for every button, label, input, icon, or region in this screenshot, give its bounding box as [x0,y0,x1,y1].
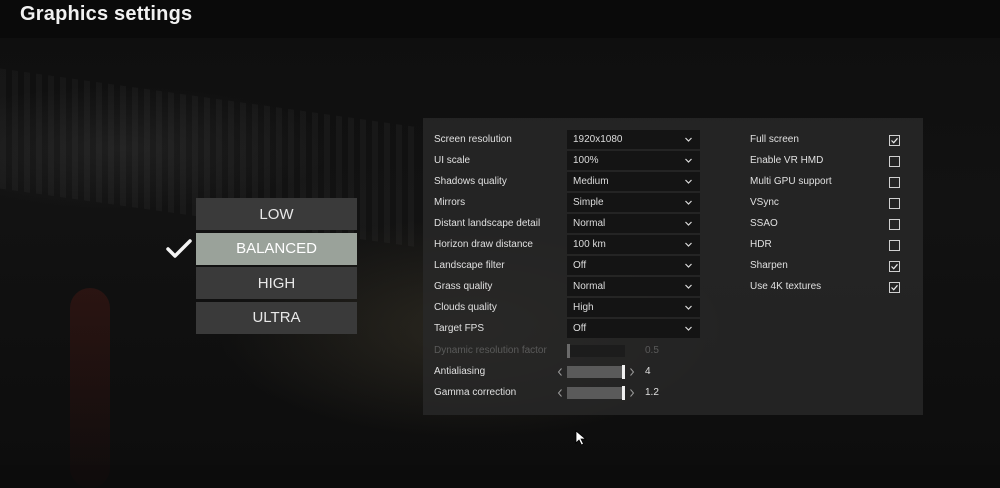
chevron-down-icon [685,326,692,331]
full-screen-checkbox[interactable] [889,135,900,146]
slider-handle[interactable] [622,386,625,400]
setting-row-gamma-correction: Gamma correction 1.2 [423,383,923,403]
mouse-cursor-icon [575,430,587,446]
slider-value: 1.2 [645,387,659,398]
ssao-checkbox[interactable] [889,219,900,230]
select-value: High [573,302,594,313]
toggle-row-vsync: VSync [423,193,923,213]
multi-gpu-support-checkbox[interactable] [889,177,900,188]
antialiasing-slider[interactable] [567,365,625,379]
toggle-label: Use 4K textures [750,281,822,292]
chevron-left-icon[interactable] [557,389,563,397]
chevron-right-icon[interactable] [629,368,635,376]
settings-panel: Screen resolution 1920x1080 UI scale 100… [423,118,923,415]
preset-list: LOW BALANCED HIGH ULTRA [196,198,357,336]
check-icon [891,263,898,270]
toggle-row-multi-gpu-support: Multi GPU support [423,172,923,192]
slider-fill [567,366,623,378]
toggle-row-enable-vr-hmd: Enable VR HMD [423,151,923,171]
preset-label: BALANCED [236,240,317,257]
use-4k-textures-checkbox[interactable] [889,282,900,293]
setting-row-antialiasing: Antialiasing 4 [423,362,923,382]
toggle-row-ssao: SSAO [423,214,923,234]
check-icon [891,137,898,144]
check-icon [891,284,898,291]
toggle-row-sharpen: Sharpen [423,256,923,276]
toggle-row-use-4k-textures: Use 4K textures [423,277,923,297]
target-fps-select[interactable]: Off [567,319,700,338]
checkmark-icon [166,239,192,258]
slider-handle [567,344,570,358]
gamma-correction-slider[interactable] [567,386,625,400]
select-value: Off [573,323,587,334]
preset-label: LOW [259,205,294,223]
background-decor [70,288,110,488]
toggle-label: Multi GPU support [750,176,832,187]
toggle-label: VSync [750,197,779,208]
setting-row-clouds-quality: Clouds quality High [423,298,923,318]
toggle-label: Enable VR HMD [750,155,824,166]
setting-label: Clouds quality [434,302,497,313]
hdr-checkbox[interactable] [889,240,900,251]
toggle-label: SSAO [750,218,778,229]
toggle-row-hdr: HDR [423,235,923,255]
slider-value: 0.5 [645,345,659,356]
chevron-right-icon[interactable] [629,389,635,397]
chevron-left-icon[interactable] [557,368,563,376]
chevron-down-icon [685,305,692,310]
enable-vr-hmd-checkbox[interactable] [889,156,900,167]
dynamic-resolution-slider [567,344,625,358]
preset-ultra-button[interactable]: ULTRA [196,301,357,334]
page-title: Graphics settings [20,3,193,25]
preset-low-button[interactable]: LOW [196,198,357,230]
slider-handle[interactable] [622,365,625,379]
setting-label: Target FPS [434,323,485,334]
toggle-label: Sharpen [750,260,788,271]
sharpen-checkbox[interactable] [889,261,900,272]
slider-value: 4 [645,366,651,377]
preset-high-button[interactable]: HIGH [196,267,357,299]
header-bar: Graphics settings [0,0,1000,38]
slider-fill [567,387,623,399]
preset-label: ULTRA [252,309,301,326]
toggle-label: HDR [750,239,772,250]
preset-balanced-button[interactable]: BALANCED [196,232,357,265]
clouds-quality-select[interactable]: High [567,298,700,317]
setting-row-dynamic-resolution-factor: Dynamic resolution factor 0.5 [423,341,923,361]
vsync-checkbox[interactable] [889,198,900,209]
setting-label: Dynamic resolution factor [434,345,547,356]
preset-label: HIGH [257,274,296,292]
toggle-row-full-screen: Full screen [423,130,923,150]
setting-label: Gamma correction [434,387,517,398]
setting-row-target-fps: Target FPS Off [423,319,923,339]
toggle-label: Full screen [750,134,799,145]
setting-label: Antialiasing [434,366,486,377]
